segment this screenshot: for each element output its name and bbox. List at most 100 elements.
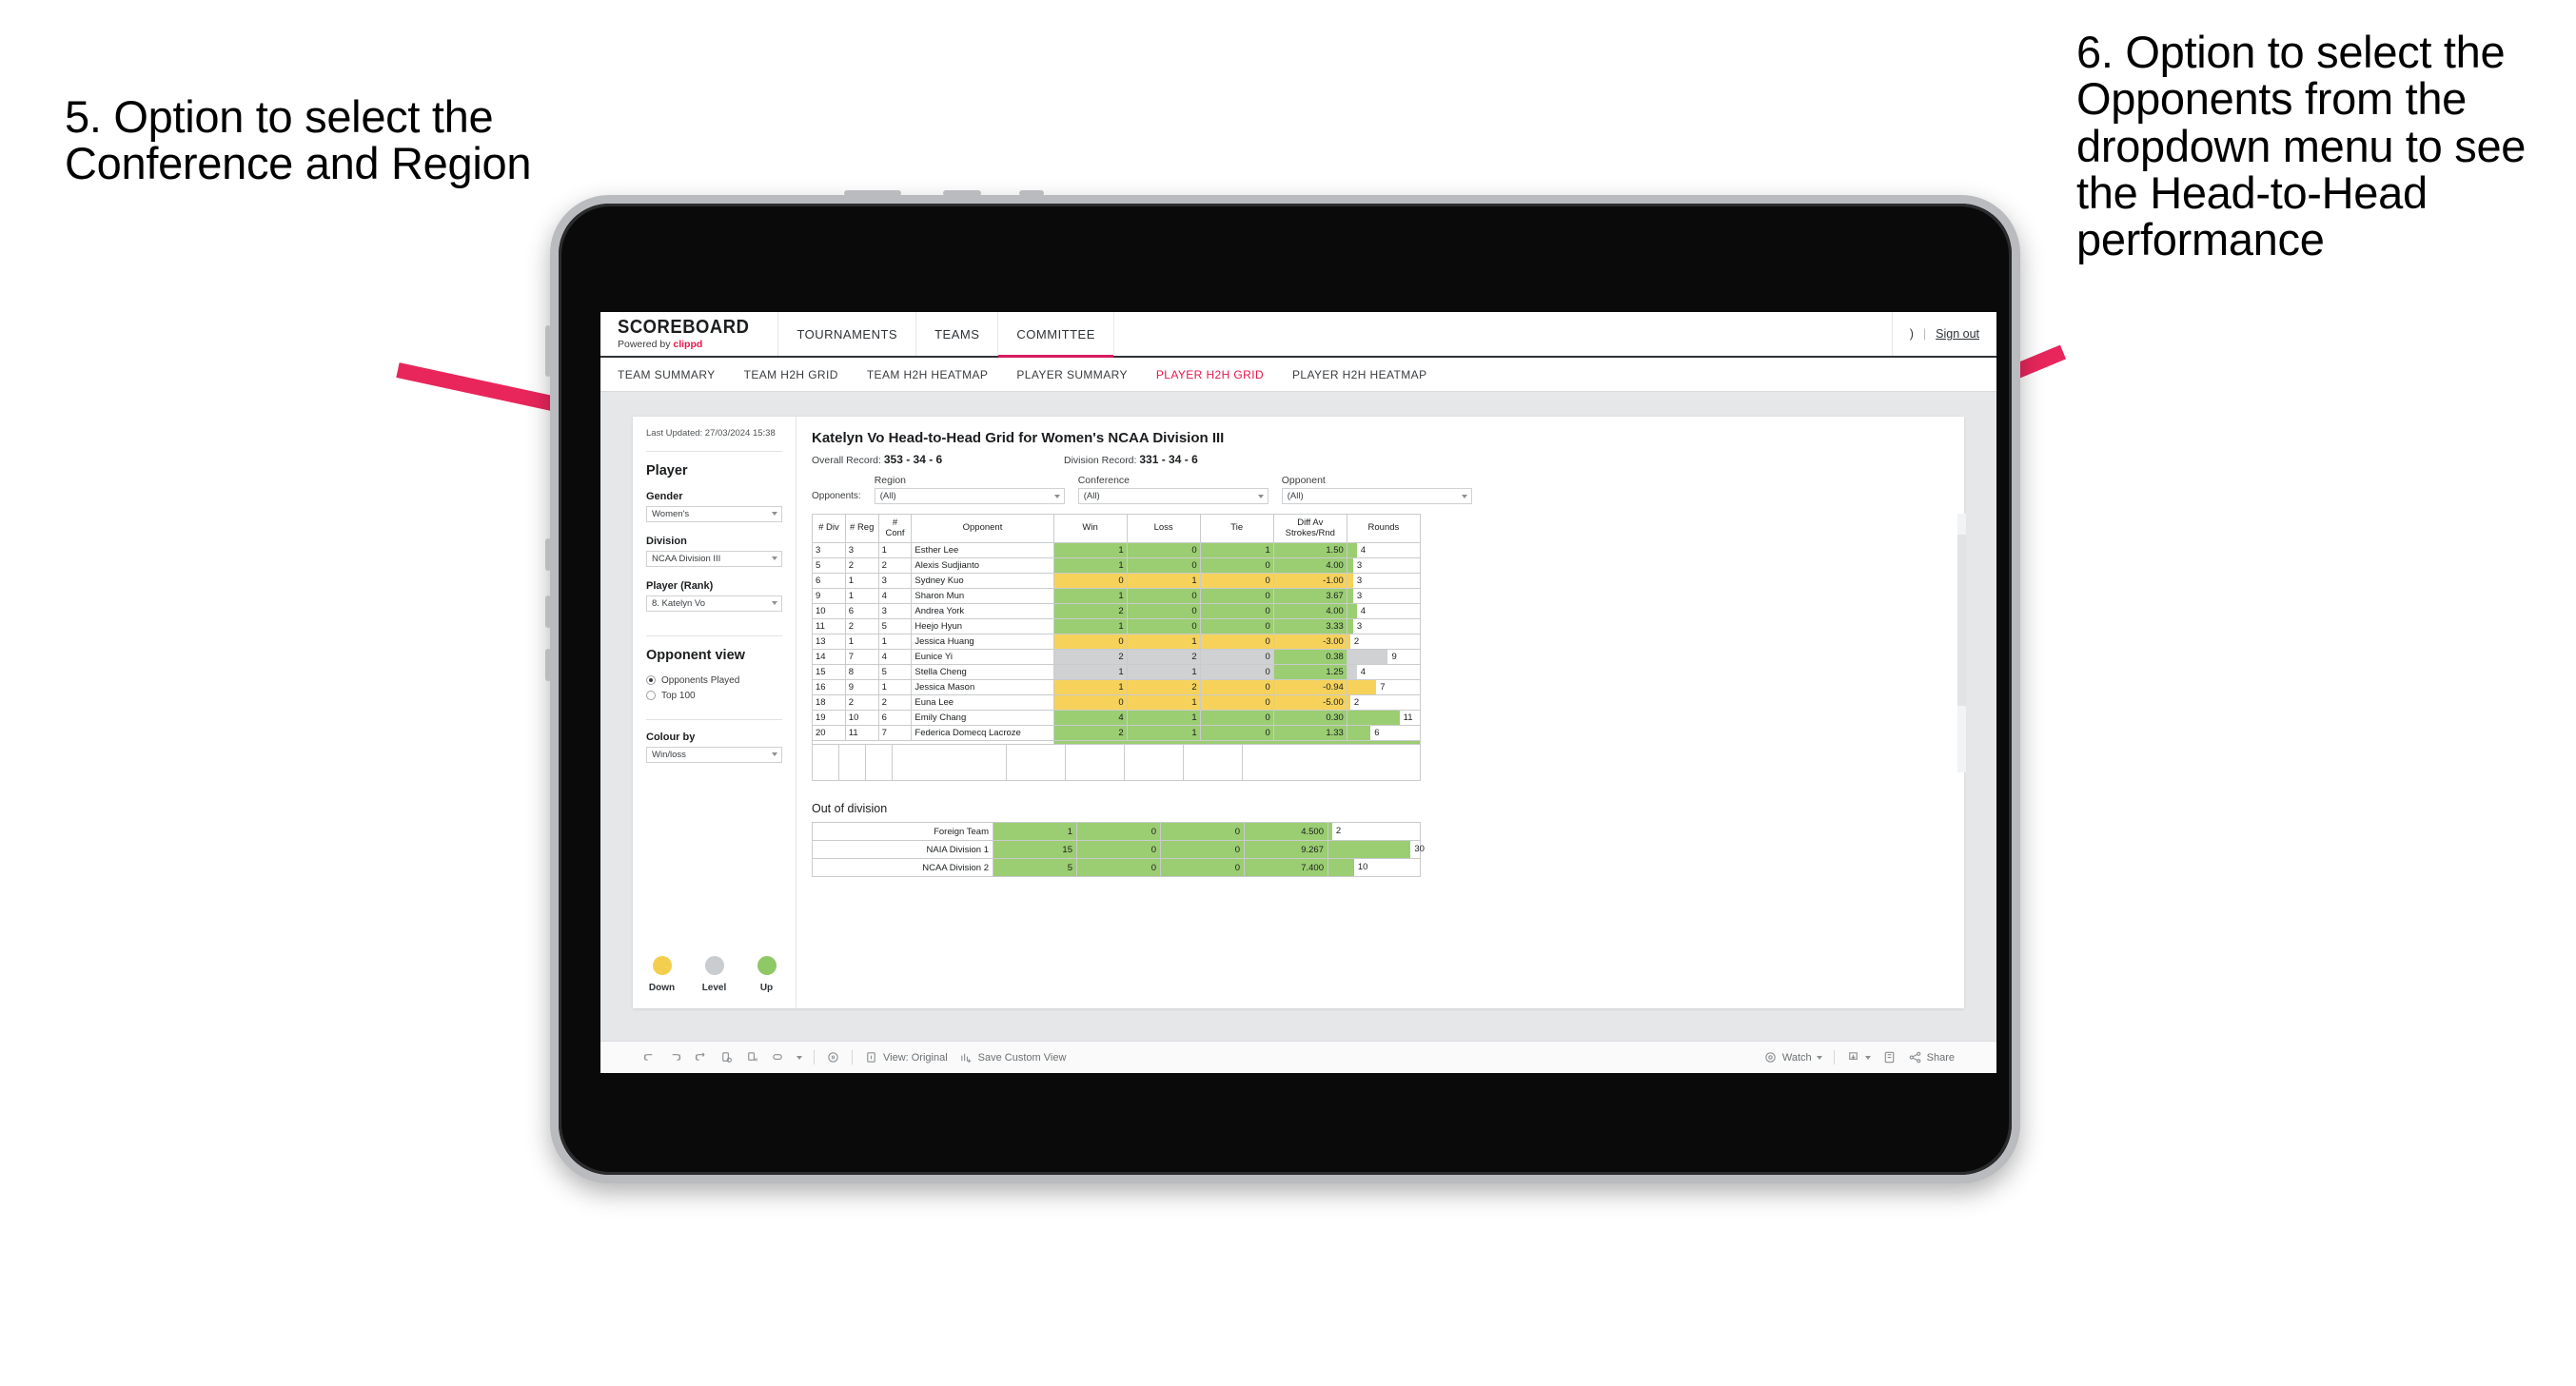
subnav-item-team-h2h-grid[interactable]: TEAM H2H GRID [744,368,838,381]
cell-opponent: Euna Lee [911,694,1054,711]
fullscreen-icon[interactable] [1882,1050,1897,1064]
out-of-division-row[interactable]: NCAA Division 2 5 0 0 7.400 10 [812,858,1421,877]
cell-tie: 1 [1199,542,1274,558]
legend-label-level: Level [701,983,727,993]
col-diff[interactable]: Diff Av Strokes/Rnd [1272,514,1347,543]
subnav-item-team-h2h-heatmap[interactable]: TEAM H2H HEATMAP [867,368,989,381]
player-rank-select[interactable]: 8. Katelyn Vo [646,595,782,612]
cell-loss: 0 [1126,588,1201,604]
table-row[interactable]: 6 1 3 Sydney Kuo 0 1 0 -1.00 3 [812,573,1422,589]
share-button[interactable]: Share [1908,1050,1955,1064]
subnav-item-player-h2h-heatmap[interactable]: PLAYER H2H HEATMAP [1292,368,1426,381]
table-row[interactable]: 10 6 3 Andrea York 2 0 0 4.00 4 [812,603,1422,619]
download-button[interactable] [1846,1050,1871,1064]
empty-col-loss [1066,745,1125,780]
radio-top-100[interactable]: Top 100 [646,691,782,701]
table-row[interactable]: 5 2 2 Alexis Sudjianto 1 0 0 4.00 3 [812,557,1422,574]
col-win[interactable]: Win [1052,514,1128,543]
table-row[interactable]: 13 1 1 Jessica Huang 0 1 0 -3.00 2 [812,634,1422,650]
ood-cell-loss: 0 [1076,822,1161,841]
toolbar-separator-3 [1833,1050,1835,1064]
cell-win: 0 [1052,573,1128,589]
pause-refresh-icon[interactable] [745,1050,759,1064]
highlight-icon[interactable] [771,1050,785,1064]
cell-tie: 0 [1199,679,1274,695]
col-loss[interactable]: Loss [1126,514,1201,543]
subnav-item-team-summary[interactable]: TEAM SUMMARY [618,368,716,381]
cell-tie: 0 [1199,694,1274,711]
out-of-division-row[interactable]: NAIA Division 1 15 0 0 9.267 30 [812,840,1425,859]
col-opponent[interactable]: Opponent [911,514,1054,543]
refresh-data-icon[interactable] [719,1050,734,1064]
cell-reg: 2 [844,618,879,634]
out-of-division-row[interactable]: Foreign Team 1 0 0 4.500 2 [812,822,1421,841]
grid-scrollbar-thumb[interactable] [1957,535,1966,706]
toolbar-separator-2 [852,1050,853,1064]
cell-opponent: Eunice Yi [911,649,1054,665]
rounds-bar [1347,726,1371,740]
download-chevron-down-icon[interactable] [1864,1055,1871,1060]
cell-win: 2 [1052,649,1128,665]
cell-conf: 6 [877,710,913,726]
watch-chevron-down-icon[interactable] [1816,1055,1822,1060]
col-reg[interactable]: # Reg [844,514,879,543]
table-row[interactable]: 19 10 6 Emily Chang 4 1 0 0.30 11 [812,710,1422,726]
ood-cell-tie: 0 [1160,858,1245,877]
account-glyph[interactable]: ) [1910,327,1914,341]
revert-icon[interactable] [694,1050,708,1064]
region-select[interactable]: (All) [874,488,1065,504]
sign-out-link[interactable]: Sign out [1936,327,1979,341]
cell-win: 1 [1052,542,1128,558]
table-row[interactable]: 16 9 1 Jessica Mason 1 2 0 -0.94 7 [812,679,1422,695]
legend-item-level: Level [698,956,730,993]
share-label: Share [1926,1051,1955,1064]
undo-icon[interactable] [642,1050,657,1064]
cell-reg: 3 [844,542,879,558]
cell-diff: -0.94 [1272,679,1347,695]
brand-sub-clippd: clippd [673,339,703,351]
cell-div: 14 [812,649,846,665]
col-rounds[interactable]: Rounds [1346,514,1422,543]
ood-rounds-value: 30 [1414,844,1425,854]
watch-button[interactable]: Watch [1763,1050,1822,1064]
view-original-button[interactable]: View: Original [864,1050,948,1064]
save-custom-view-button[interactable]: Save Custom View [959,1050,1066,1064]
topnav-item-tournaments[interactable]: TOURNAMENTS [778,312,917,356]
table-row[interactable]: 18 2 2 Euna Lee 0 1 0 -5.00 2 [812,694,1422,711]
table-row[interactable]: 20 11 7 Federica Domecq Lacroze 2 1 0 1.33 6 [812,725,1422,741]
cell-diff: -3.00 [1272,634,1347,650]
brand-logo[interactable]: SCOREBOARD Powered by clippd [600,312,779,356]
conference-select[interactable]: (All) [1077,488,1268,504]
table-row[interactable]: 14 7 4 Eunice Yi 2 2 0 0.38 9 [812,649,1422,665]
topnav-item-committee[interactable]: COMMITTEE [998,312,1114,358]
col-conf[interactable]: # Conf [877,514,913,543]
rounds-value: 7 [1380,682,1386,693]
col-tie[interactable]: Tie [1199,514,1274,543]
cell-opponent: Esther Lee [911,542,1054,558]
table-row[interactable]: 9 1 4 Sharon Mun 1 0 0 3.67 3 [812,588,1422,604]
col-div[interactable]: # Div [812,514,846,543]
highlight-chevron-down-icon[interactable] [796,1055,802,1060]
subnav-item-player-h2h-grid[interactable]: PLAYER H2H GRID [1156,368,1264,381]
colour-by-select[interactable]: Win/loss [646,746,782,763]
radio-opponents-played[interactable]: Opponents Played [646,675,782,686]
annotation-left-text: 5. Option to select the Conference and R… [65,91,532,189]
table-row[interactable]: 15 8 5 Stella Cheng 1 1 0 1.25 4 [812,664,1422,680]
division-select[interactable]: NCAA Division III [646,550,782,567]
topnav-right-group: ) | Sign out [1893,312,1996,356]
gender-select[interactable]: Women's [646,505,782,522]
rounds-bar [1347,711,1400,725]
opponent-select[interactable]: (All) [1281,488,1472,504]
table-row[interactable]: 3 3 1 Esther Lee 1 0 1 1.50 4 [812,542,1422,558]
topnav-item-teams[interactable]: TEAMS [916,312,999,356]
pause-auto-update-icon[interactable] [826,1050,840,1064]
redo-icon[interactable] [668,1050,682,1064]
cell-div: 20 [812,725,846,741]
subnav-item-player-summary[interactable]: PLAYER SUMMARY [1016,368,1128,381]
grid-scrollbar-track[interactable] [1957,514,1966,772]
table-row[interactable]: 11 2 5 Heejo Hyun 1 0 0 3.33 3 [812,618,1422,634]
cell-diff: -1.00 [1272,573,1347,589]
rounds-bar [1347,589,1353,603]
cell-reg: 9 [844,679,879,695]
last-updated-text: Last Updated: 27/03/2024 15:38 [646,428,776,439]
